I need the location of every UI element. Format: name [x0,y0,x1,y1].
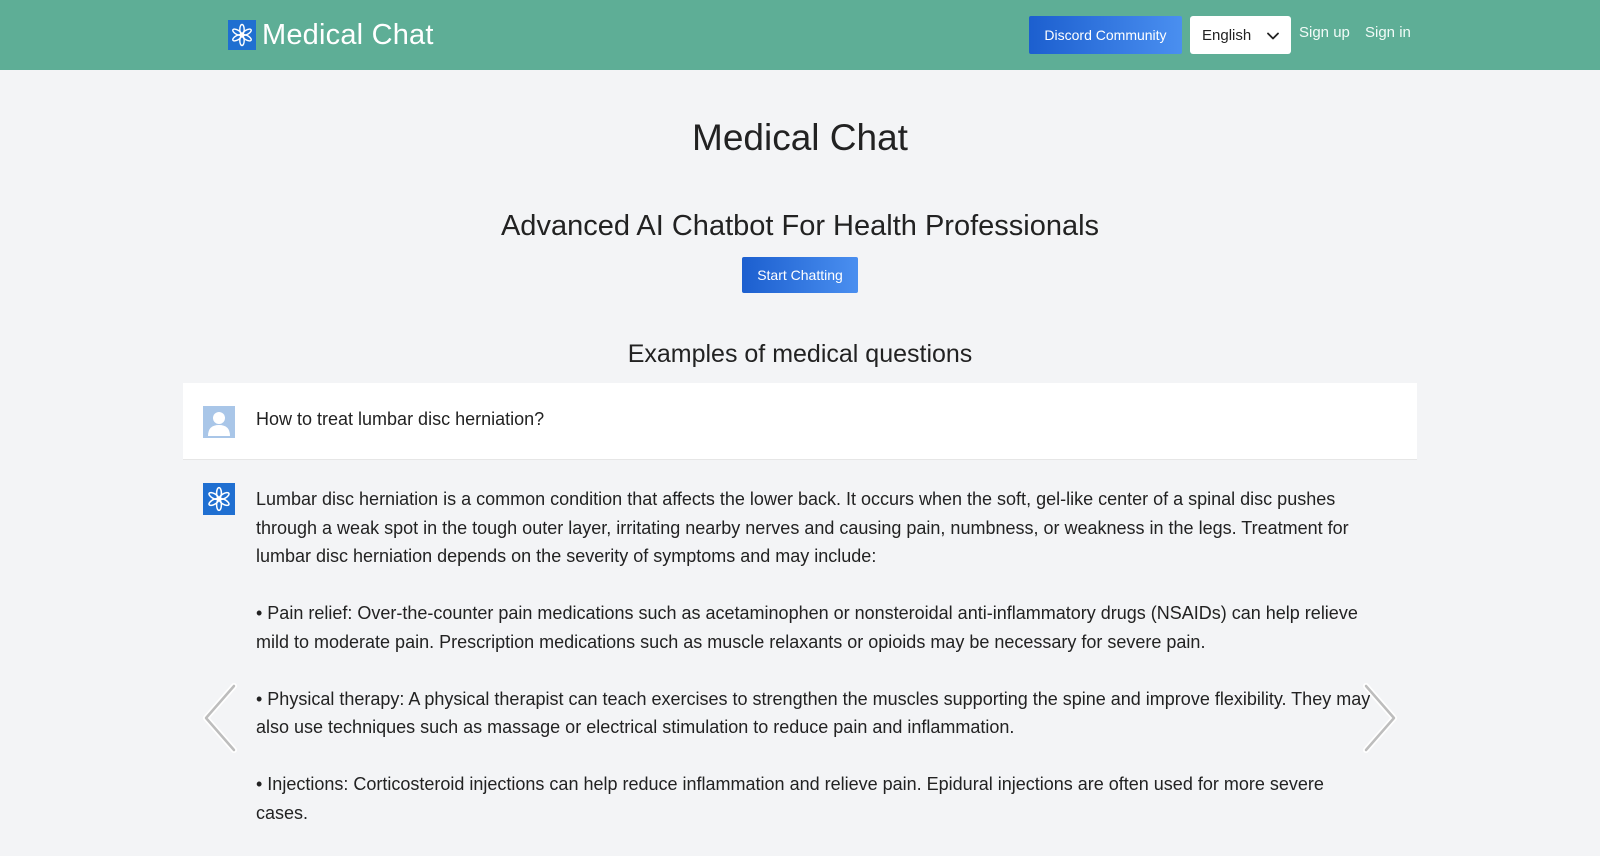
answer-paragraph: Lumbar disc herniation is a common condi… [256,489,1349,566]
language-select[interactable]: English [1190,16,1291,54]
examples-heading: Examples of medical questions [627,340,973,368]
brand-link[interactable]: Medical Chat [228,18,434,52]
start-chatting-button[interactable]: Start Chatting [742,257,858,293]
answer-paragraph: • Physical therapy: A physical therapist… [256,688,1371,738]
bot-avatar-icon [203,483,235,515]
page-title: Medical Chat [692,117,908,158]
brand-name: Medical Chat [262,18,434,51]
snowflake-star-icon [228,20,256,50]
answer-paragraph: • Injections: Corticosteroid injections … [256,774,1324,823]
page-subtitle: Advanced AI Chatbot For Health Professio… [500,210,1100,242]
chevron-down-icon [1267,27,1279,44]
question-row: How to treat lumbar disc herniation? [183,383,1417,460]
chevron-left-icon [203,683,237,753]
answer-paragraph: • Pain relief: Over-the-counter pain med… [256,603,1358,652]
user-avatar-icon [203,406,235,438]
chevron-right-icon [1363,683,1397,753]
answer-text: Lumbar disc herniation is a common condi… [256,485,1376,856]
carousel-prev-button[interactable] [200,683,240,753]
example-chat-panel: How to treat lumbar disc herniation? Lum… [183,383,1417,834]
carousel-next-button[interactable] [1360,683,1400,753]
sign-up-link[interactable]: Sign up [1299,24,1350,41]
language-selected-value: English [1202,26,1252,44]
discord-community-button[interactable]: Discord Community [1029,16,1182,54]
sign-in-link[interactable]: Sign in [1365,24,1411,41]
top-navbar: Medical Chat Discord Community English S… [0,0,1600,70]
question-text: How to treat lumbar disc herniation? [256,409,545,429]
